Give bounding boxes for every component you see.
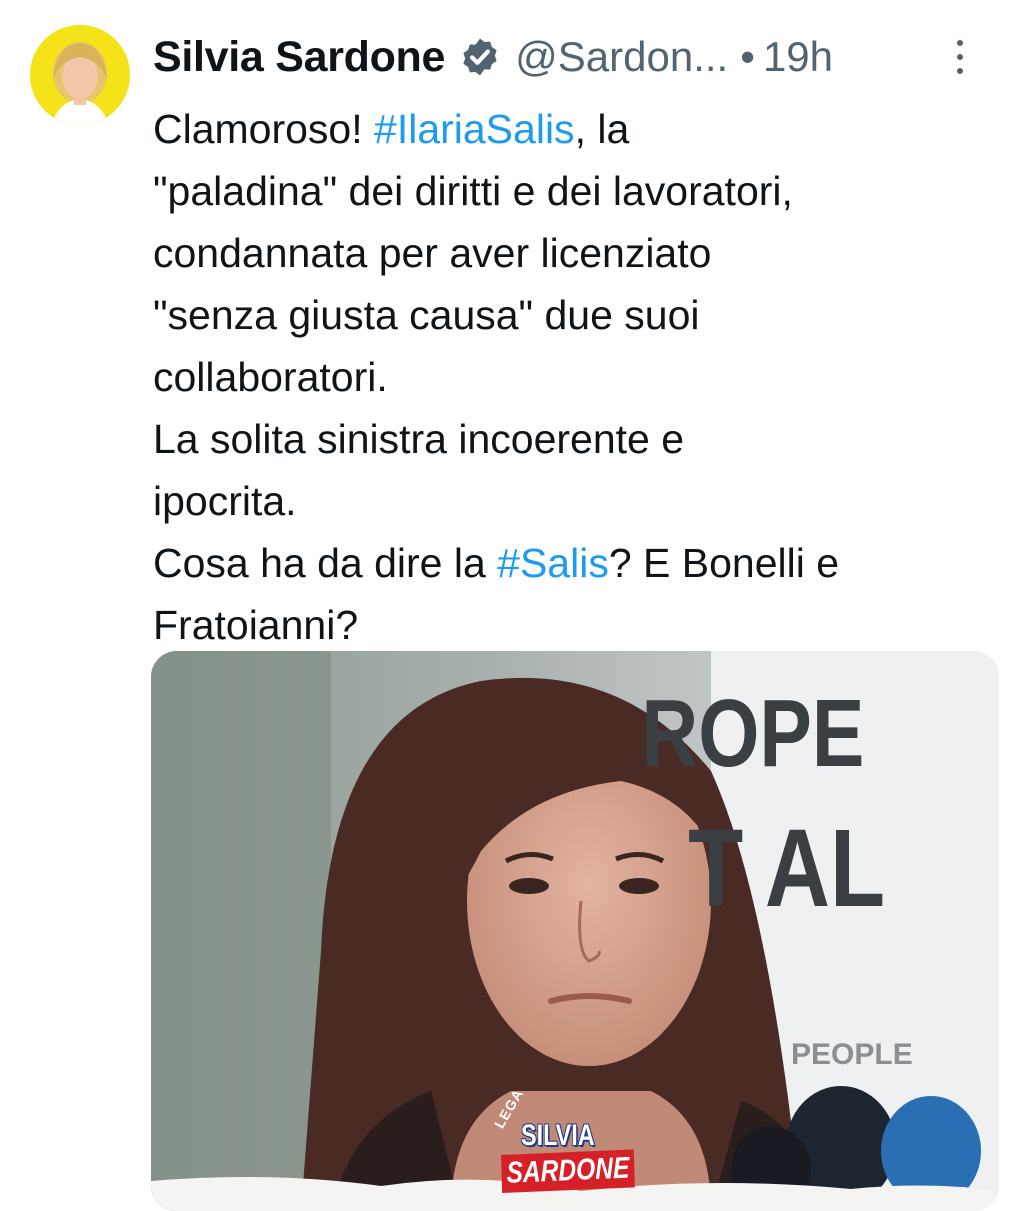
tweet-header: Silvia Sardone @Sardon... • 19h — [153, 28, 1003, 86]
banner-text-2: T AL — [688, 808, 885, 930]
tweet-text-segment: condannata per aver licenziato — [153, 230, 712, 276]
tweet-line: La solita sinistra incoerente e — [153, 408, 1013, 470]
tweet-line: "paladina" dei diritti e dei lavoratori, — [153, 160, 1013, 222]
tweet-line: Fratoianni? — [153, 594, 1013, 656]
tweet-text-segment: , la — [574, 106, 630, 152]
tweet-text-segment: "senza giusta causa" due suoi — [153, 292, 700, 338]
hashtag-link[interactable]: #Salis — [497, 540, 609, 586]
tweet-line: "senza giusta causa" due suoi — [153, 284, 1013, 346]
tweet-text: Clamoroso! #IlariaSalis, la "paladina" de… — [153, 98, 1013, 656]
verified-badge-icon[interactable] — [459, 36, 501, 78]
tweet-text-segment: Clamoroso! — [153, 106, 375, 152]
tweet-text-segment: Fratoianni? — [153, 602, 359, 648]
tweet-text-segment: collaboratori. — [153, 354, 388, 400]
tweet-media-image[interactable]: ROPE T AL PEOPLE LEGA SILVIA SARDONE — [151, 651, 999, 1211]
tweet-text-segment: "paladina" dei diritti e dei lavoratori, — [153, 168, 793, 214]
banner-text-1: ROPE — [641, 680, 864, 787]
logo-line-2: SARDONE — [501, 1149, 635, 1193]
author-handle[interactable]: @Sardon... — [515, 33, 728, 81]
separator-dot: • — [740, 33, 755, 80]
hashtag-link[interactable]: #IlariaSalis — [374, 106, 575, 152]
author-name[interactable]: Silvia Sardone — [153, 33, 445, 82]
sardone-logo: LEGA SILVIA SARDONE — [491, 1086, 635, 1199]
tweet-timestamp[interactable]: 19h — [763, 33, 833, 81]
tweet-text-segment: La solita sinistra incoerente e — [153, 416, 685, 462]
tweet-line: collaboratori. — [153, 346, 1013, 408]
tweet-line: Clamoroso! #IlariaSalis, la — [153, 98, 1013, 160]
tweet-line: condannata per aver licenziato — [153, 222, 1013, 284]
more-vertical-icon[interactable] — [955, 40, 965, 74]
banner-text-3: PEOPLE — [791, 1038, 913, 1071]
logo-line-1: SILVIA — [521, 1119, 595, 1152]
tweet-line: ipocrita. — [153, 470, 1013, 532]
tweet-text-segment: Cosa ha da dire la — [153, 540, 498, 586]
tweet-text-segment: ipocrita. — [153, 478, 297, 524]
author-avatar[interactable] — [30, 25, 130, 125]
tweet-text-segment: ? E Bonelli e — [608, 540, 840, 586]
tweet-line: Cosa ha da dire la #Salis? E Bonelli e — [153, 532, 1013, 594]
